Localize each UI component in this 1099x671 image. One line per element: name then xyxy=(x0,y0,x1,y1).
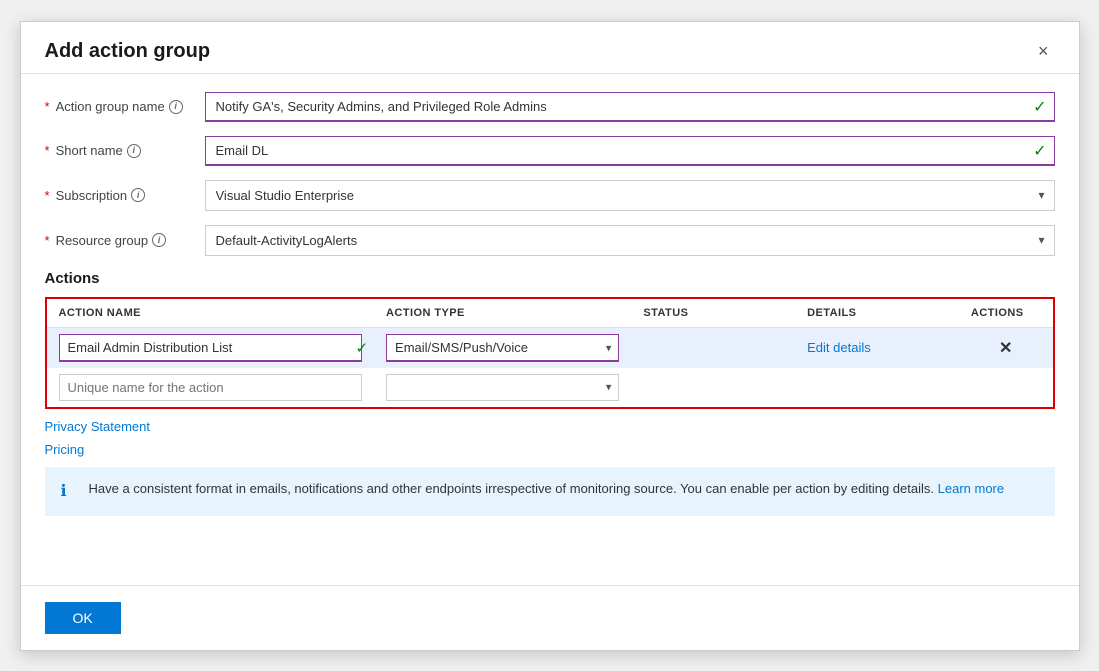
empty-action-type-cell: ▾ xyxy=(374,368,631,407)
empty-action-name-cell xyxy=(47,368,375,407)
action-group-name-check-icon: ✓ xyxy=(1033,97,1046,117)
close-button[interactable]: × xyxy=(1032,40,1055,62)
add-action-group-dialog: Add action group × * Action group name i… xyxy=(20,21,1080,651)
required-star-3: * xyxy=(45,188,50,203)
table-row: ✓ Email/SMS/Push/Voice ▾ xyxy=(47,327,1053,368)
privacy-statement-link[interactable]: Privacy Statement xyxy=(45,419,1055,434)
edit-details-link[interactable]: Edit details xyxy=(807,340,871,355)
learn-more-link[interactable]: Learn more xyxy=(938,481,1004,496)
col-actions: ACTIONS xyxy=(959,299,1053,328)
info-banner-text: Have a consistent format in emails, noti… xyxy=(89,479,1005,499)
short-name-field-wrapper: ✓ xyxy=(205,136,1055,166)
col-action-name: ACTION NAME xyxy=(47,299,375,328)
subscription-label: * Subscription i xyxy=(45,188,205,203)
links-section: Privacy Statement Pricing xyxy=(45,419,1055,457)
resource-group-info-icon[interactable]: i xyxy=(152,233,166,247)
col-action-type: ACTION TYPE xyxy=(374,299,631,328)
resource-group-label: * Resource group i xyxy=(45,233,205,248)
short-name-info-icon[interactable]: i xyxy=(127,144,141,158)
empty-action-name-input[interactable] xyxy=(59,374,363,401)
action-group-name-field-wrapper: ✓ xyxy=(205,92,1055,122)
dialog-footer: OK xyxy=(21,585,1079,650)
details-cell: Edit details xyxy=(795,327,959,368)
pricing-link[interactable]: Pricing xyxy=(45,442,1055,457)
actions-table-wrapper: ACTION NAME ACTION TYPE STATUS DETAILS A… xyxy=(45,297,1055,409)
actions-section-title: Actions xyxy=(45,270,1055,287)
resource-group-row: * Resource group i Default-ActivityLogAl… xyxy=(45,225,1055,256)
action-type-select-filled[interactable]: Email/SMS/Push/Voice xyxy=(386,334,619,362)
short-name-check-icon: ✓ xyxy=(1033,141,1046,161)
empty-details-cell xyxy=(795,368,959,407)
table-header-row: ACTION NAME ACTION TYPE STATUS DETAILS A… xyxy=(47,299,1053,328)
actions-table: ACTION NAME ACTION TYPE STATUS DETAILS A… xyxy=(47,299,1053,407)
action-type-select-wrapper: Email/SMS/Push/Voice ▾ xyxy=(386,334,619,362)
action-name-input-filled[interactable] xyxy=(59,334,363,362)
ok-button[interactable]: OK xyxy=(45,602,121,634)
dialog-header: Add action group × xyxy=(21,22,1079,74)
info-banner: ℹ Have a consistent format in emails, no… xyxy=(45,467,1055,516)
status-cell xyxy=(631,327,795,368)
empty-action-type-select[interactable] xyxy=(386,374,619,401)
short-name-row: * Short name i ✓ xyxy=(45,136,1055,166)
action-group-name-info-icon[interactable]: i xyxy=(169,100,183,114)
empty-action-type-select-wrapper: ▾ xyxy=(386,374,619,401)
subscription-info-icon[interactable]: i xyxy=(131,188,145,202)
short-name-input[interactable] xyxy=(205,136,1055,166)
col-status: STATUS xyxy=(631,299,795,328)
required-star-2: * xyxy=(45,143,50,158)
col-details: DETAILS xyxy=(795,299,959,328)
action-name-cell: ✓ xyxy=(47,327,375,368)
actions-cell: ✕ xyxy=(959,327,1053,368)
dialog-body: * Action group name i ✓ * Short name i ✓ xyxy=(21,74,1079,585)
delete-action-button[interactable]: ✕ xyxy=(993,336,1018,360)
action-group-name-input[interactable] xyxy=(205,92,1055,122)
required-star: * xyxy=(45,99,50,114)
resource-group-field-wrapper: Default-ActivityLogAlerts ▾ xyxy=(205,225,1055,256)
subscription-row: * Subscription i Visual Studio Enterpris… xyxy=(45,180,1055,211)
short-name-label: * Short name i xyxy=(45,143,205,158)
action-group-name-label: * Action group name i xyxy=(45,99,205,114)
table-row-empty: ▾ xyxy=(47,368,1053,407)
info-banner-icon: ℹ xyxy=(61,480,79,504)
action-group-name-row: * Action group name i ✓ xyxy=(45,92,1055,122)
resource-group-select[interactable]: Default-ActivityLogAlerts xyxy=(205,225,1055,256)
subscription-field-wrapper: Visual Studio Enterprise ▾ xyxy=(205,180,1055,211)
empty-actions-cell xyxy=(959,368,1053,407)
required-star-4: * xyxy=(45,233,50,248)
action-type-cell: Email/SMS/Push/Voice ▾ xyxy=(374,327,631,368)
subscription-select[interactable]: Visual Studio Enterprise xyxy=(205,180,1055,211)
empty-status-cell xyxy=(631,368,795,407)
dialog-title: Add action group xyxy=(45,40,211,63)
